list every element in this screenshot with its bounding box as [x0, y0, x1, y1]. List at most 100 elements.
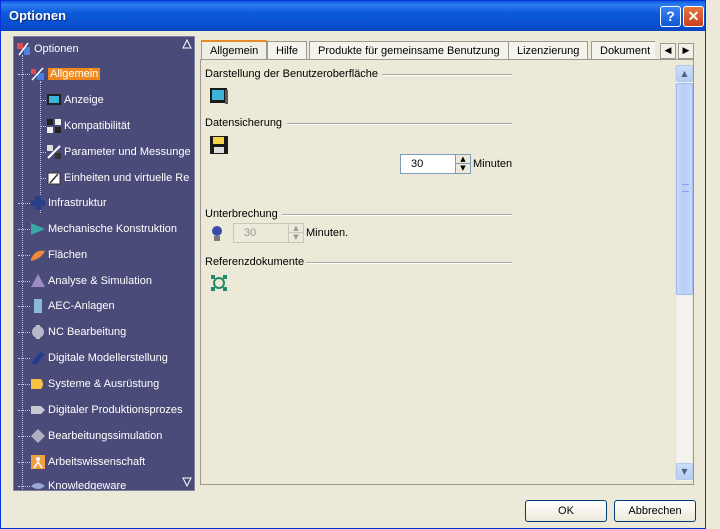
interrupt-interval-stepper[interactable]: ▲ ▼ — [288, 223, 304, 243]
tree-item-surfaces[interactable]: Flächen — [18, 246, 88, 264]
window-title: Optionen — [9, 8, 67, 23]
tree-item-production[interactable]: Digitaler Produktionsprozes — [18, 401, 183, 419]
section-title-interrupt: Unterbrechung — [205, 208, 278, 220]
tree-item-label: Infrastruktur — [48, 197, 107, 209]
tree-item-label: Bearbeitungssimulation — [48, 430, 163, 442]
interrupt-unit-label: Minuten. — [306, 227, 349, 239]
tree-connector — [22, 55, 23, 490]
stepper-down-icon[interactable]: ▼ — [289, 233, 303, 242]
tab-shared-products[interactable]: Produkte für gemeinsame Benutzung — [309, 41, 509, 61]
systems-icon — [30, 376, 46, 392]
tree-item-label: Kompatibilität — [64, 120, 131, 132]
tree-item-label: Digitaler Produktionsprozes — [48, 404, 183, 416]
tree-item-label: Analyse & Simulation — [48, 275, 152, 287]
surfaces-icon — [30, 247, 46, 263]
tree-scroll-up-icon[interactable] — [182, 38, 192, 49]
tree-item-label: Anzeige — [64, 94, 104, 106]
tree-item-label: NC Bearbeitung — [48, 326, 127, 338]
tree-item-machining-sim[interactable]: Bearbeitungssimulation — [18, 427, 163, 445]
tree-item-label: Knowledgeware — [48, 480, 127, 491]
tree-item-nc[interactable]: NC Bearbeitung — [18, 323, 127, 341]
tree-item-general[interactable]: Allgemein — [18, 65, 101, 83]
tree-item-systems[interactable]: Systeme & Ausrüstung — [18, 375, 160, 393]
separator — [306, 262, 512, 264]
stepper-up-icon[interactable]: ▲ — [289, 224, 303, 233]
reference-documents-icon[interactable] — [210, 274, 230, 294]
general-icon — [30, 66, 46, 82]
tree-item-mechanical-design[interactable]: Mechanische Konstruktion — [18, 220, 178, 238]
tree-item-parameters[interactable]: Parameter und Messunge — [40, 143, 191, 161]
tree-item-label: Digitale Modellerstellung — [48, 352, 168, 364]
tree-item-label: Mechanische Konstruktion — [48, 223, 178, 235]
tree-item-label: Parameter und Messunge — [64, 146, 191, 158]
stepper-up-icon[interactable]: ▲ — [456, 155, 470, 164]
infrastructure-icon — [30, 195, 46, 211]
section-title-refdocs: Referenzdokumente — [205, 256, 305, 268]
scroll-down-icon[interactable]: ▼ — [676, 463, 693, 480]
tree-root[interactable]: Optionen — [16, 40, 79, 58]
ok-button[interactable]: OK — [525, 500, 607, 522]
nc-icon — [30, 324, 46, 340]
tree-item-display[interactable]: Anzeige — [40, 91, 104, 109]
section-title-display: Darstellung der Benutzeroberfläche — [205, 68, 379, 80]
display-icon — [46, 92, 62, 108]
tab-document[interactable]: Dokument — [591, 41, 655, 61]
mechanical-design-icon — [30, 221, 46, 237]
units-icon — [46, 170, 62, 186]
backup-unit-label: Minuten — [473, 158, 513, 170]
tree-item-compatibility[interactable]: Kompatibilität — [40, 117, 131, 135]
scroll-up-icon[interactable]: ▲ — [676, 65, 693, 82]
tab-help[interactable]: Hilfe — [267, 41, 308, 61]
ergonomics-icon — [30, 454, 46, 470]
tree-scroll-down-icon[interactable] — [182, 477, 192, 488]
tree-item-label: Arbeitswissenschaft — [48, 456, 146, 468]
lightbulb-icon — [210, 225, 230, 245]
machining-sim-icon — [30, 428, 46, 444]
tree-item-analysis[interactable]: Analyse & Simulation — [18, 272, 152, 290]
panel-scrollbar[interactable]: ▲ ▼ — [675, 65, 693, 481]
digital-modeling-icon — [30, 350, 46, 366]
tree-scrollbar[interactable] — [182, 38, 192, 488]
scrollbar-thumb[interactable] — [676, 83, 693, 295]
interrupt-interval-input[interactable]: 30 — [233, 223, 289, 243]
tree-item-label: AEC-Anlagen — [48, 300, 115, 312]
tree-item-units[interactable]: Einheiten und virtuelle Re — [40, 169, 190, 187]
tree-item-infrastructure[interactable]: Infrastruktur — [18, 194, 107, 212]
compatibility-icon — [46, 118, 62, 134]
scrollbar-grip — [682, 184, 689, 192]
help-button[interactable]: ? — [660, 6, 681, 27]
display-settings-icon[interactable] — [209, 86, 229, 106]
save-icon — [209, 135, 229, 155]
options-tree[interactable]: Optionen Allgemein Anzeige Kompatibilitä… — [13, 36, 195, 491]
options-icon — [16, 41, 32, 57]
cancel-button[interactable]: Abbrechen — [614, 500, 696, 522]
parameters-icon — [46, 144, 62, 160]
tab-scroll-right-icon[interactable]: ▶ — [678, 43, 694, 59]
aec-icon — [30, 298, 46, 314]
options-dialog: Optionen ? ✕ Optionen Allgemein Anzeige — [0, 0, 706, 529]
tree-item-label: Allgemein — [48, 68, 101, 80]
tree-root-label: Optionen — [34, 43, 79, 55]
tab-general[interactable]: Allgemein — [201, 40, 268, 61]
tab-licensing[interactable]: Lizenzierung — [508, 41, 589, 61]
separator — [287, 123, 512, 125]
backup-interval-input[interactable]: 30 — [400, 154, 456, 174]
tab-scroll-left-icon[interactable]: ◀ — [660, 43, 676, 59]
knowledgeware-icon — [30, 478, 46, 490]
tree-item-digital-modeling[interactable]: Digitale Modellerstellung — [18, 349, 168, 367]
analysis-icon — [30, 273, 46, 289]
tree-item-knowledgeware[interactable]: Knowledgeware — [18, 477, 127, 491]
tree-item-ergonomics[interactable]: Arbeitswissenschaft — [18, 453, 146, 471]
separator — [282, 214, 512, 216]
backup-interval-stepper[interactable]: ▲ ▼ — [455, 154, 471, 174]
close-button[interactable]: ✕ — [683, 6, 704, 27]
tree-item-label: Systeme & Ausrüstung — [48, 378, 160, 390]
tab-strip: Allgemein Hilfe Produkte für gemeinsame … — [200, 40, 655, 61]
tree-item-aec[interactable]: AEC-Anlagen — [18, 297, 115, 315]
separator — [382, 74, 512, 76]
title-bar[interactable]: Optionen ? ✕ — [1, 1, 705, 31]
stepper-down-icon[interactable]: ▼ — [456, 164, 470, 173]
tree-item-label: Flächen — [48, 249, 88, 261]
tree-item-label: Einheiten und virtuelle Re — [64, 172, 190, 184]
production-icon — [30, 402, 46, 418]
